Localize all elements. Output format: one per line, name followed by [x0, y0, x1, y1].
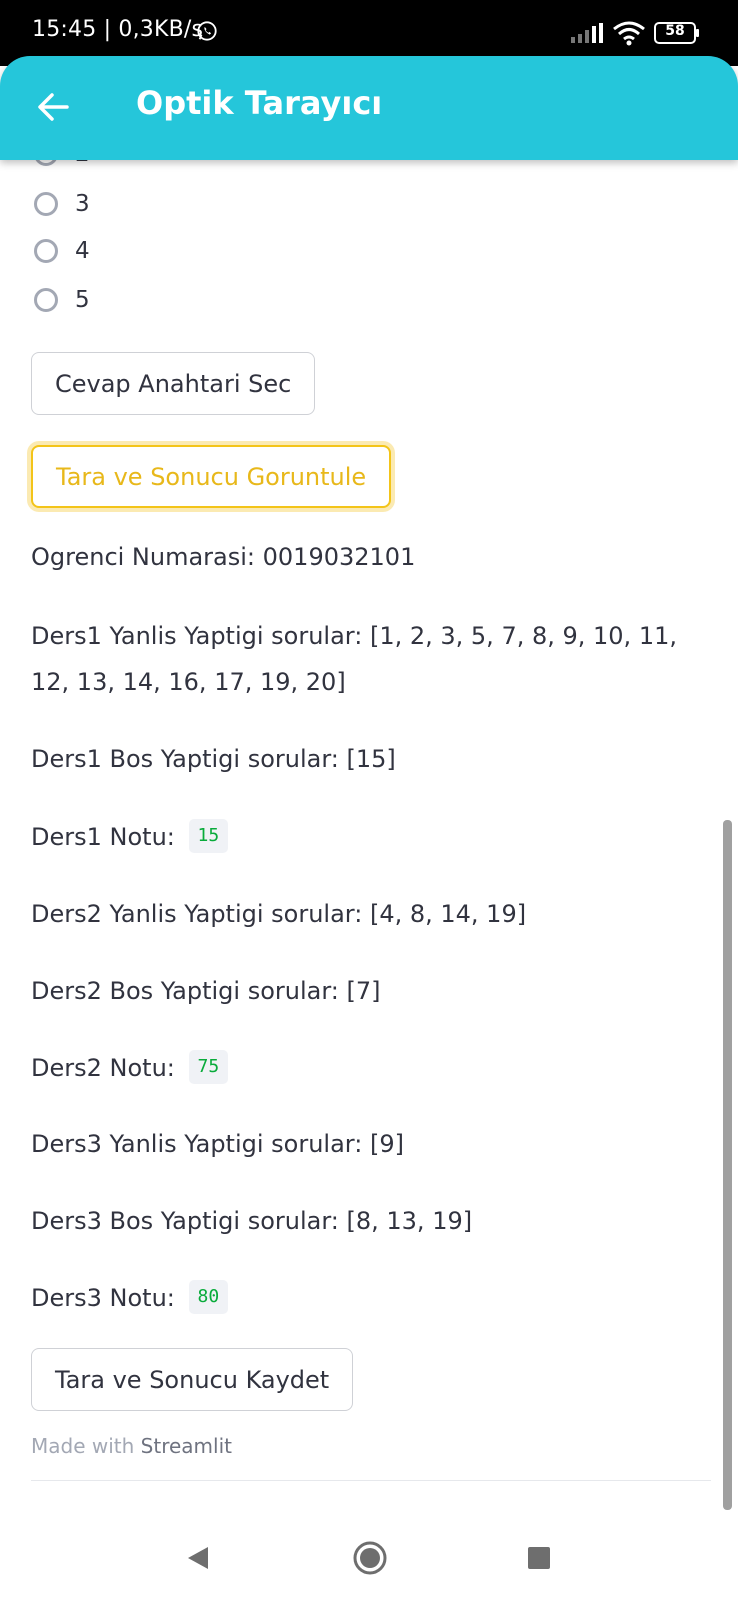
radio-circle[interactable] — [34, 160, 58, 166]
ders1-grade-row: Ders1 Notu: 15 — [31, 814, 711, 860]
ders3-wrong-text: Ders3 Yanlis Yaptigi sorular: [9] — [31, 1130, 404, 1158]
select-answer-key-button[interactable]: Cevap Anahtari Sec — [31, 352, 316, 415]
footer-credit: Made with Streamlit — [31, 1434, 232, 1458]
radio-label: 2 — [75, 160, 90, 167]
ders3-grade-label: Ders3 Notu: — [31, 1284, 175, 1312]
wifi-icon — [613, 21, 645, 46]
whatsapp-icon — [197, 21, 217, 41]
back-arrow-icon[interactable] — [36, 90, 70, 124]
ders3-blank-text: Ders3 Bos Yaptigi sorular: [8, 13, 19] — [31, 1207, 473, 1235]
ders3-grade-value: 80 — [188, 1280, 229, 1314]
radio-label: 4 — [75, 238, 90, 264]
nav-back-icon[interactable] — [184, 1544, 212, 1572]
ders2-grade-value: 75 — [188, 1050, 229, 1084]
footer-made-with: Made with — [31, 1434, 135, 1458]
system-nav-bar — [0, 1514, 738, 1600]
ders1-wrong-text: Ders1 Yanlis Yaptigi sorular: [1, 2, 3, … — [31, 622, 677, 696]
battery-level: 58 — [665, 23, 685, 39]
app-bar: Optik Tarayıcı — [0, 56, 738, 160]
ders1-grade-label: Ders1 Notu: — [31, 823, 175, 851]
ders1-grade-value: 15 — [188, 819, 229, 853]
scan-and-view-button[interactable]: Tara ve Sonucu Goruntule — [31, 445, 392, 508]
nav-home-icon[interactable] — [352, 1540, 388, 1576]
radio-option-2[interactable]: 2 — [34, 160, 90, 174]
status-time: 15:45 | 0,3KB/s — [32, 17, 204, 42]
footer-streamlit-link[interactable]: Streamlit — [141, 1434, 232, 1458]
radio-option-3[interactable]: 3 — [34, 184, 90, 224]
radio-option-5[interactable]: 5 — [34, 280, 90, 320]
ders1-blank-text: Ders1 Bos Yaptigi sorular: [15] — [31, 745, 396, 773]
ders2-blank-text: Ders2 Bos Yaptigi sorular: [7] — [31, 977, 381, 1005]
ders3-grade-row: Ders3 Notu: 80 — [31, 1275, 711, 1321]
scrollbar-thumb[interactable] — [723, 820, 732, 1510]
radio-option-4[interactable]: 4 — [34, 231, 90, 271]
ders2-grade-row: Ders2 Notu: 75 — [31, 1045, 711, 1091]
radio-circle[interactable] — [34, 288, 58, 312]
nav-recents-icon[interactable] — [528, 1547, 550, 1569]
main-content: 2 3 4 5 Cevap Anahtari Sec Tara ve Sonuc… — [0, 160, 738, 1514]
ders2-grade-label: Ders2 Notu: — [31, 1054, 175, 1082]
student-number-text: Ogrenci Numarasi: 0019032101 — [31, 543, 416, 571]
ders2-wrong-text: Ders2 Yanlis Yaptigi sorular: [4, 8, 14,… — [31, 900, 527, 928]
scan-and-save-button[interactable]: Tara ve Sonucu Kaydet — [31, 1348, 354, 1411]
radio-label: 3 — [75, 191, 90, 217]
radio-label: 5 — [75, 287, 90, 313]
page-title: Optik Tarayıcı — [136, 84, 383, 122]
radio-circle[interactable] — [34, 239, 58, 263]
footer-divider — [31, 1480, 711, 1481]
radio-circle[interactable] — [34, 192, 58, 216]
signal-icon — [571, 23, 603, 43]
battery-icon: 58 — [654, 22, 699, 44]
